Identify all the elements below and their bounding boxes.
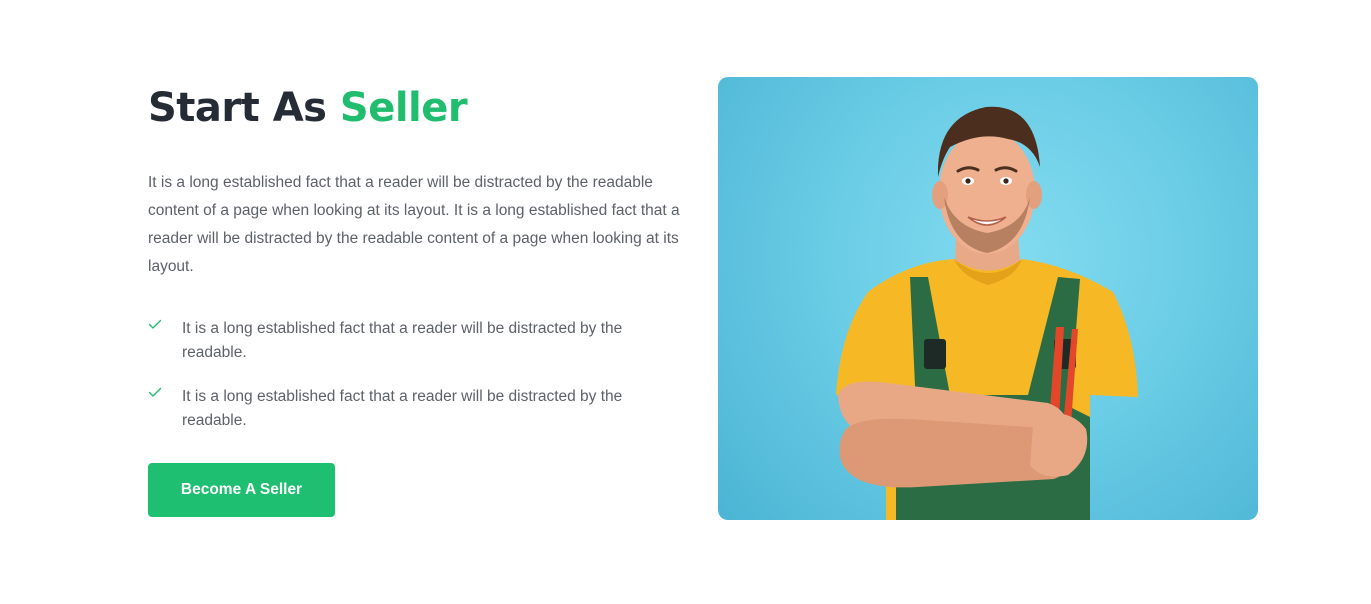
become-seller-section: Start As Seller It is a long established…	[0, 0, 1371, 604]
feature-item: It is a long established fact that a rea…	[148, 317, 652, 365]
check-icon	[148, 319, 162, 329]
feature-text: It is a long established fact that a rea…	[182, 388, 623, 429]
check-icon	[148, 387, 162, 397]
seller-photo	[718, 77, 1258, 520]
become-seller-button[interactable]: Become A Seller	[148, 463, 335, 517]
feature-list: It is a long established fact that a rea…	[148, 317, 693, 433]
worker-illustration	[836, 106, 1138, 520]
title-prefix: Start As	[148, 85, 327, 131]
feature-text: It is a long established fact that a rea…	[182, 320, 623, 361]
title-accent: Seller	[339, 85, 468, 131]
feature-item: It is a long established fact that a rea…	[148, 385, 652, 433]
section-description: It is a long established fact that a rea…	[148, 174, 680, 275]
content-column: Start As Seller It is a long established…	[148, 80, 693, 433]
section-title: Start As Seller	[148, 80, 693, 136]
